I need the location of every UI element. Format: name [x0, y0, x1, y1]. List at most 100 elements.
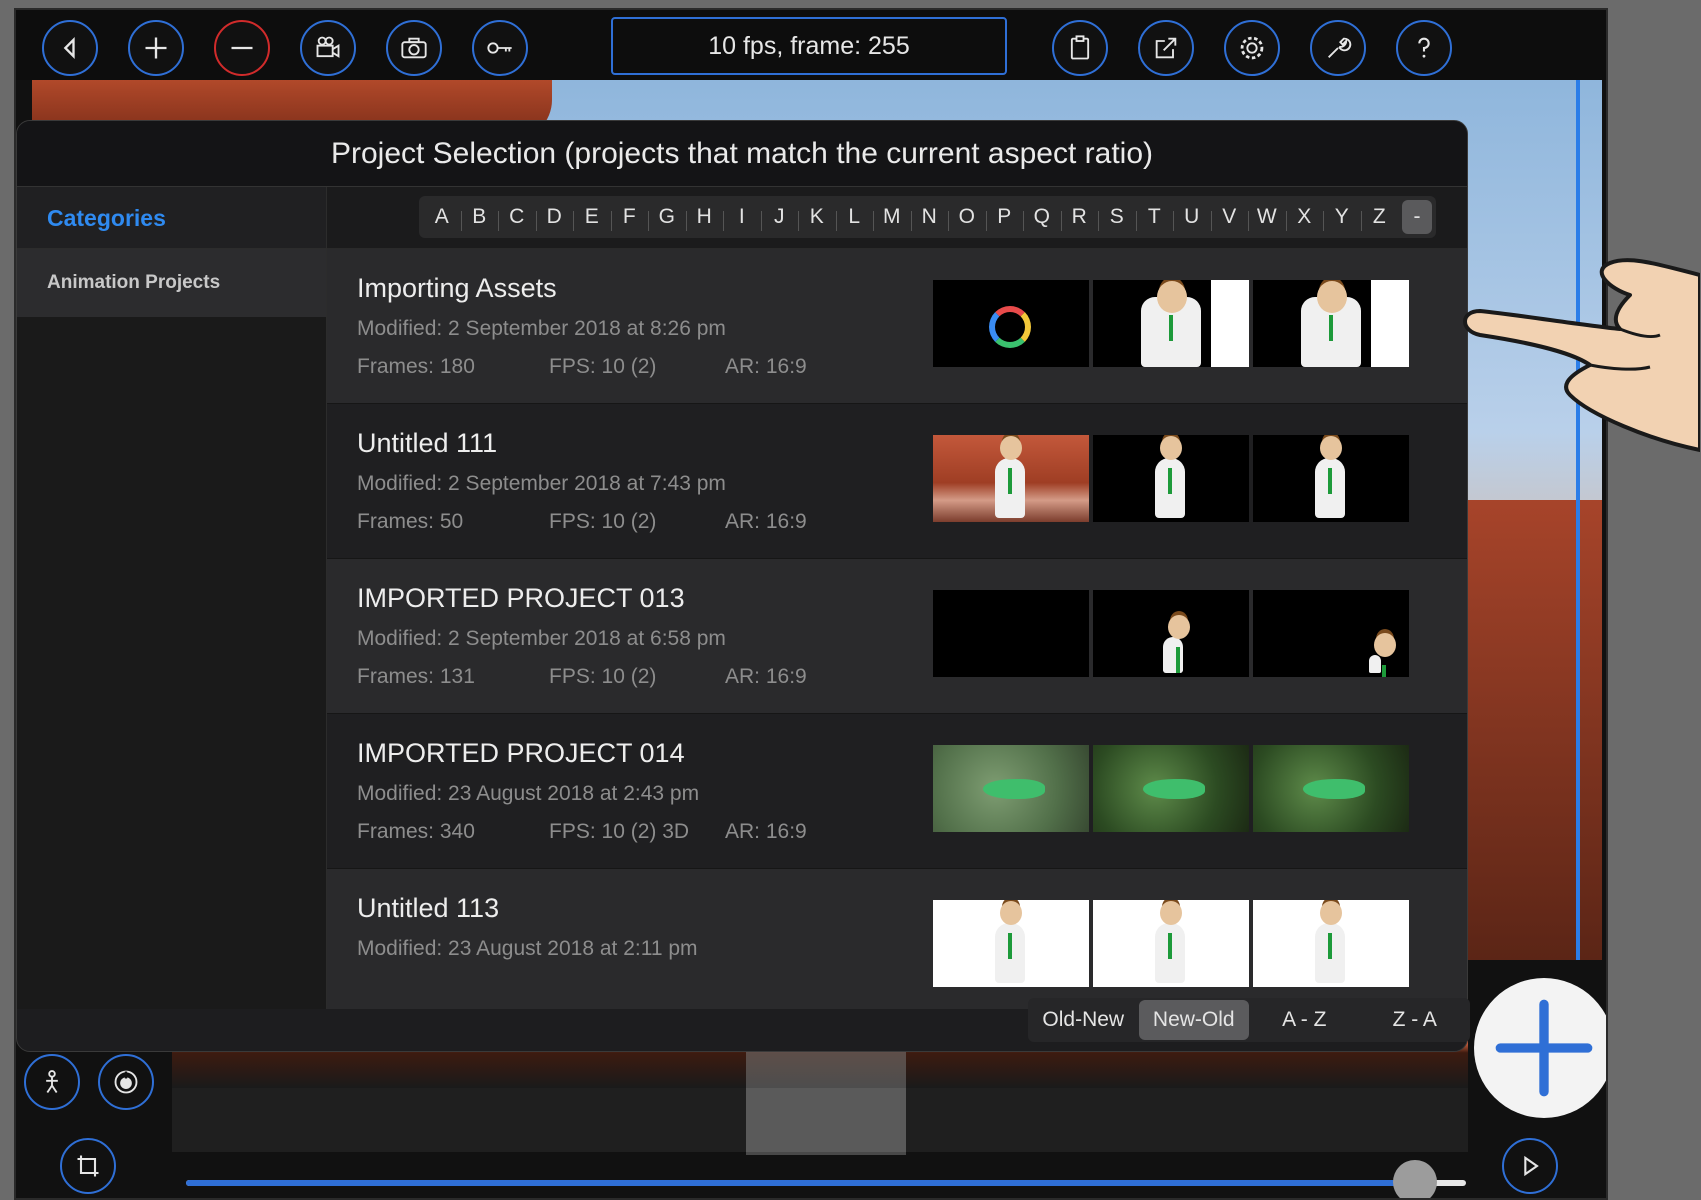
alphabet-letter[interactable]: R	[1060, 205, 1099, 231]
plus-icon	[145, 37, 167, 59]
project-fps: FPS: 10 (2)	[549, 510, 657, 533]
alphabet-letter[interactable]: J	[760, 205, 799, 231]
key-button[interactable]	[472, 20, 528, 76]
gear-icon	[1240, 36, 1264, 60]
video-camera-button[interactable]	[300, 20, 356, 76]
project-frames: Frames: 50	[357, 510, 464, 533]
alphabet-letter[interactable]: G	[648, 205, 686, 231]
camera-button[interactable]	[386, 20, 442, 76]
alphabet-letter[interactable]: V	[1210, 205, 1249, 231]
sort-option[interactable]: Old-New	[1028, 1000, 1139, 1040]
project-thumbnails	[933, 280, 1409, 367]
alphabet-letter[interactable]: E	[573, 205, 611, 231]
help-button[interactable]	[1396, 20, 1452, 76]
dial-icon	[114, 1070, 138, 1094]
tools-button[interactable]	[1310, 20, 1366, 76]
alphabet-letter[interactable]: K	[798, 205, 836, 231]
project-row[interactable]: Importing Assets Modified: 2 September 2…	[327, 249, 1467, 404]
alphabet-letter[interactable]: P	[985, 205, 1024, 231]
thumbnail	[933, 435, 1089, 522]
cartoon-character	[995, 901, 1025, 983]
project-aspect-ratio: AR: 16:9	[725, 820, 807, 843]
add-project-button[interactable]	[1474, 978, 1606, 1118]
thumbnail	[1253, 900, 1409, 987]
thumbnail	[1253, 590, 1409, 677]
crop-button[interactable]	[60, 1138, 116, 1194]
alphabet-letter[interactable]: L	[835, 205, 874, 231]
color-wheel-icon	[989, 306, 1031, 348]
frame-info-display[interactable]: 10 fps, frame: 255	[611, 17, 1007, 75]
alphabet-letter[interactable]: M	[873, 205, 911, 231]
key-icon	[487, 42, 512, 54]
project-name: Untitled 111	[357, 428, 498, 458]
alphabet-letter[interactable]: A	[423, 205, 461, 229]
timeline-selection-block[interactable]	[746, 1088, 906, 1152]
clipboard-icon	[1070, 35, 1090, 60]
project-aspect-ratio: AR: 16:9	[725, 510, 807, 533]
play-button[interactable]	[1502, 1138, 1558, 1194]
project-row[interactable]: Untitled 111 Modified: 2 September 2018 …	[327, 404, 1467, 559]
crop-icon	[77, 1155, 99, 1177]
export-button[interactable]	[1138, 20, 1194, 76]
alphabet-letter[interactable]: Z	[1360, 205, 1399, 231]
sort-control: Old-New New-Old A - ZZ - A	[1028, 998, 1470, 1042]
remove-button[interactable]	[214, 20, 270, 76]
play-icon	[1524, 1155, 1539, 1177]
project-name: Importing Assets	[357, 273, 557, 303]
project-modified: Modified: 23 August 2018 at 2:43 pm	[357, 782, 700, 805]
project-list[interactable]: Importing Assets Modified: 2 September 2…	[327, 249, 1467, 1009]
alphabet-letter[interactable]: N	[910, 205, 949, 231]
alphabet-letter[interactable]: -	[1402, 200, 1432, 234]
thumbnail	[1093, 435, 1249, 522]
alphabet-letter[interactable]: W	[1248, 205, 1286, 231]
project-modified: Modified: 2 September 2018 at 7:43 pm	[357, 472, 726, 495]
onion-skin-button[interactable]	[98, 1054, 154, 1110]
project-aspect-ratio: AR: 16:9	[725, 355, 807, 378]
thumbnail	[933, 745, 1089, 832]
alphabet-letter[interactable]: H	[685, 205, 724, 231]
thumbnail	[1253, 745, 1409, 832]
alphabet-letter[interactable]: D	[535, 205, 574, 231]
sort-option[interactable]: Z - A	[1360, 1000, 1471, 1040]
alphabet-letter[interactable]: Y	[1323, 205, 1361, 231]
thumbnail	[1253, 280, 1409, 367]
cartoon-character	[1163, 615, 1190, 673]
alphabet-letter[interactable]: B	[460, 205, 499, 231]
wrench-icon	[1328, 37, 1352, 58]
thumbnail	[1093, 280, 1249, 367]
playback-slider[interactable]	[186, 1160, 1466, 1198]
project-row[interactable]: IMPORTED PROJECT 013 Modified: 2 Septemb…	[327, 559, 1467, 714]
thumbnail	[1253, 435, 1409, 522]
clipboard-button[interactable]	[1052, 20, 1108, 76]
alphabet-letter[interactable]: U	[1173, 205, 1211, 231]
project-frames: Frames: 131	[357, 665, 475, 688]
alphabet-letter[interactable]: O	[948, 205, 986, 231]
alphabet-letter[interactable]: S	[1098, 205, 1136, 231]
sort-option[interactable]: A - Z	[1249, 1000, 1360, 1040]
alphabet-letter[interactable]: T	[1135, 205, 1174, 231]
playback-slider-fill	[186, 1180, 1415, 1186]
back-button[interactable]	[42, 20, 98, 76]
alphabet-letter[interactable]: C	[498, 205, 536, 231]
back-icon	[63, 37, 75, 59]
project-row[interactable]: Untitled 113 Modified: 23 August 2018 at…	[327, 869, 1467, 1009]
cartoon-character	[1141, 281, 1201, 367]
alphabet-letter[interactable]: F	[610, 205, 649, 231]
alphabet-letter[interactable]: X	[1285, 205, 1324, 231]
add-button[interactable]	[128, 20, 184, 76]
panel-title: Project Selection (projects that match t…	[17, 121, 1467, 187]
project-fps: FPS: 10 (2) 3D	[549, 820, 690, 843]
project-frames: Frames: 340	[357, 820, 475, 843]
sort-option[interactable]: New-Old	[1138, 1000, 1249, 1040]
project-row[interactable]: IMPORTED PROJECT 014 Modified: 23 August…	[327, 714, 1467, 869]
project-thumbnails	[933, 435, 1409, 522]
category-animation-projects[interactable]: Animation Projects	[17, 249, 326, 317]
settings-button[interactable]	[1224, 20, 1280, 76]
thumbnail	[933, 590, 1089, 677]
alphabet-index: ABCDEFGHIJKLMNOPQRSTUVWXYZ-	[419, 196, 1436, 238]
export-icon	[1155, 37, 1177, 59]
playback-slider-knob[interactable]	[1392, 1160, 1437, 1198]
alphabet-letter[interactable]: I	[723, 205, 761, 231]
figure-button[interactable]	[24, 1054, 80, 1110]
alphabet-letter[interactable]: Q	[1023, 205, 1061, 231]
